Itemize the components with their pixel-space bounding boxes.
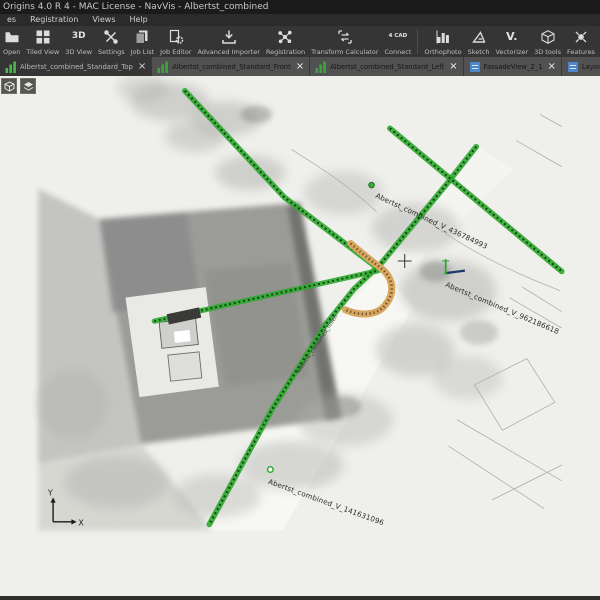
import-icon: [221, 28, 237, 45]
axis-y-label: Y: [47, 489, 53, 498]
tab-label: Albertst_combined_Standard_Front: [172, 63, 291, 71]
menu-files[interactable]: es: [0, 14, 23, 26]
open-button[interactable]: Open: [0, 26, 23, 57]
viewport-toolbar: [1, 78, 36, 94]
window-bottom-edge: [0, 596, 600, 600]
job-editor-button[interactable]: Job Editor: [157, 26, 194, 57]
menu-registration[interactable]: Registration: [23, 14, 85, 26]
documents-icon: [134, 28, 150, 45]
folder-icon: [4, 28, 20, 45]
cube-icon: [4, 81, 15, 92]
vectorizer-button[interactable]: V. Vectorizer: [492, 26, 531, 57]
toolbar-label: Job Editor: [160, 48, 191, 56]
tab-label: FassadeView_2_1: [484, 63, 543, 71]
toolbar-label: Transform Calculator: [311, 48, 378, 56]
close-icon[interactable]: ×: [547, 62, 555, 72]
chart-icon: [435, 28, 451, 45]
transform-calculator-button[interactable]: Transform Calculator: [308, 26, 381, 57]
tab-label: Layout_3: [582, 63, 600, 71]
window-titlebar: Origins 4.0 R 4 - MAC License - NavVis -…: [0, 0, 600, 14]
pointcloud-canvas[interactable]: Abertst_combined_V_436784993 Abertst_com…: [0, 76, 600, 596]
advanced-importer-button[interactable]: Advanced Importer: [194, 26, 262, 57]
toolbar-label: Open: [3, 48, 20, 56]
close-icon[interactable]: ×: [296, 62, 304, 72]
menu-bar: es Registration Views Help: [0, 14, 600, 26]
close-icon[interactable]: ×: [449, 62, 457, 72]
job-list-button[interactable]: Job List: [128, 26, 157, 57]
scan-point-marker[interactable]: [369, 182, 375, 188]
swap-arrows-icon: [337, 28, 353, 45]
toolbar-label: Features: [567, 48, 595, 56]
tab-fassadeview[interactable]: FassadeView_2_1 ×: [464, 57, 562, 76]
cube-icon: [540, 28, 556, 45]
feature-point-icon: [573, 28, 589, 45]
features-button[interactable]: Features: [564, 26, 598, 57]
toolbar-label: Job List: [131, 48, 154, 56]
tab-layout-3[interactable]: Layout_3 ×: [562, 57, 600, 76]
triangle-icon: [471, 28, 487, 45]
layout-icon: [567, 61, 579, 73]
registration-button[interactable]: Registration: [263, 26, 308, 57]
scan-point-marker[interactable]: [268, 467, 274, 473]
toolbar-label: Settings: [98, 48, 125, 56]
toolbar-label: Tiled View: [26, 48, 59, 56]
view-cube-button[interactable]: [1, 78, 17, 94]
document-gear-icon: [168, 28, 184, 45]
network-icon: [277, 28, 293, 45]
toolbar-label: Connect: [385, 48, 412, 56]
close-icon[interactable]: ×: [138, 62, 146, 72]
3d-tools-button[interactable]: 3D tools: [531, 26, 564, 57]
axis-x-label: X: [78, 518, 84, 527]
3d-view-button[interactable]: 3D 3D View: [62, 26, 95, 57]
cad-connect-icon: 4 CAD: [389, 28, 408, 45]
view-tabbar: Albertst_combined_Standard_Top × Alberts…: [0, 57, 600, 76]
toolbar-separator: [417, 29, 418, 54]
connect-button[interactable]: 4 CAD Connect: [382, 26, 415, 57]
settings-button[interactable]: Settings: [95, 26, 128, 57]
toolbar-label: Advanced Importer: [197, 48, 259, 56]
ortho-chart-icon: [157, 61, 169, 73]
main-toolbar: Open Tiled View 3D 3D View Settings Job …: [0, 26, 600, 57]
tab-standard-front[interactable]: Albertst_combined_Standard_Front ×: [152, 57, 310, 76]
orthophoto-button[interactable]: Orthophoto: [421, 26, 464, 57]
toolbar-label: Vectorizer: [495, 48, 528, 56]
vectorizer-icon: V.: [506, 28, 517, 45]
tab-label: Albertst_combined_Standard_Top: [20, 63, 133, 71]
map-viewport[interactable]: Abertst_combined_V_436784993 Abertst_com…: [0, 76, 600, 596]
toolbar-label: Registration: [266, 48, 305, 56]
tab-standard-top[interactable]: Albertst_combined_Standard_Top ×: [0, 57, 152, 76]
tools-icon: [103, 28, 119, 45]
window-title: Origins 4.0 R 4 - MAC License - NavVis -…: [3, 2, 268, 12]
sketch-button[interactable]: Sketch: [465, 26, 493, 57]
tiled-view-button[interactable]: Tiled View: [23, 26, 62, 57]
layers-button[interactable]: [20, 78, 36, 94]
layout-icon: [469, 61, 481, 73]
ortho-chart-icon: [5, 61, 17, 73]
layers-icon: [23, 81, 34, 92]
toolbar-label: Sketch: [468, 48, 490, 56]
tab-standard-left[interactable]: Albertst_combined_Standard_Left ×: [310, 57, 464, 76]
toolbar-label: Orthophoto: [424, 48, 461, 56]
courtyard: [126, 287, 219, 397]
menu-views[interactable]: Views: [85, 14, 122, 26]
ortho-chart-icon: [315, 61, 327, 73]
toolbar-label: 3D View: [65, 48, 92, 56]
3d-view-icon: 3D: [72, 28, 86, 45]
toolbar-label: 3D tools: [534, 48, 561, 56]
grid-icon: [35, 28, 51, 45]
tab-label: Albertst_combined_Standard_Left: [330, 63, 444, 71]
menu-help[interactable]: Help: [123, 14, 155, 26]
